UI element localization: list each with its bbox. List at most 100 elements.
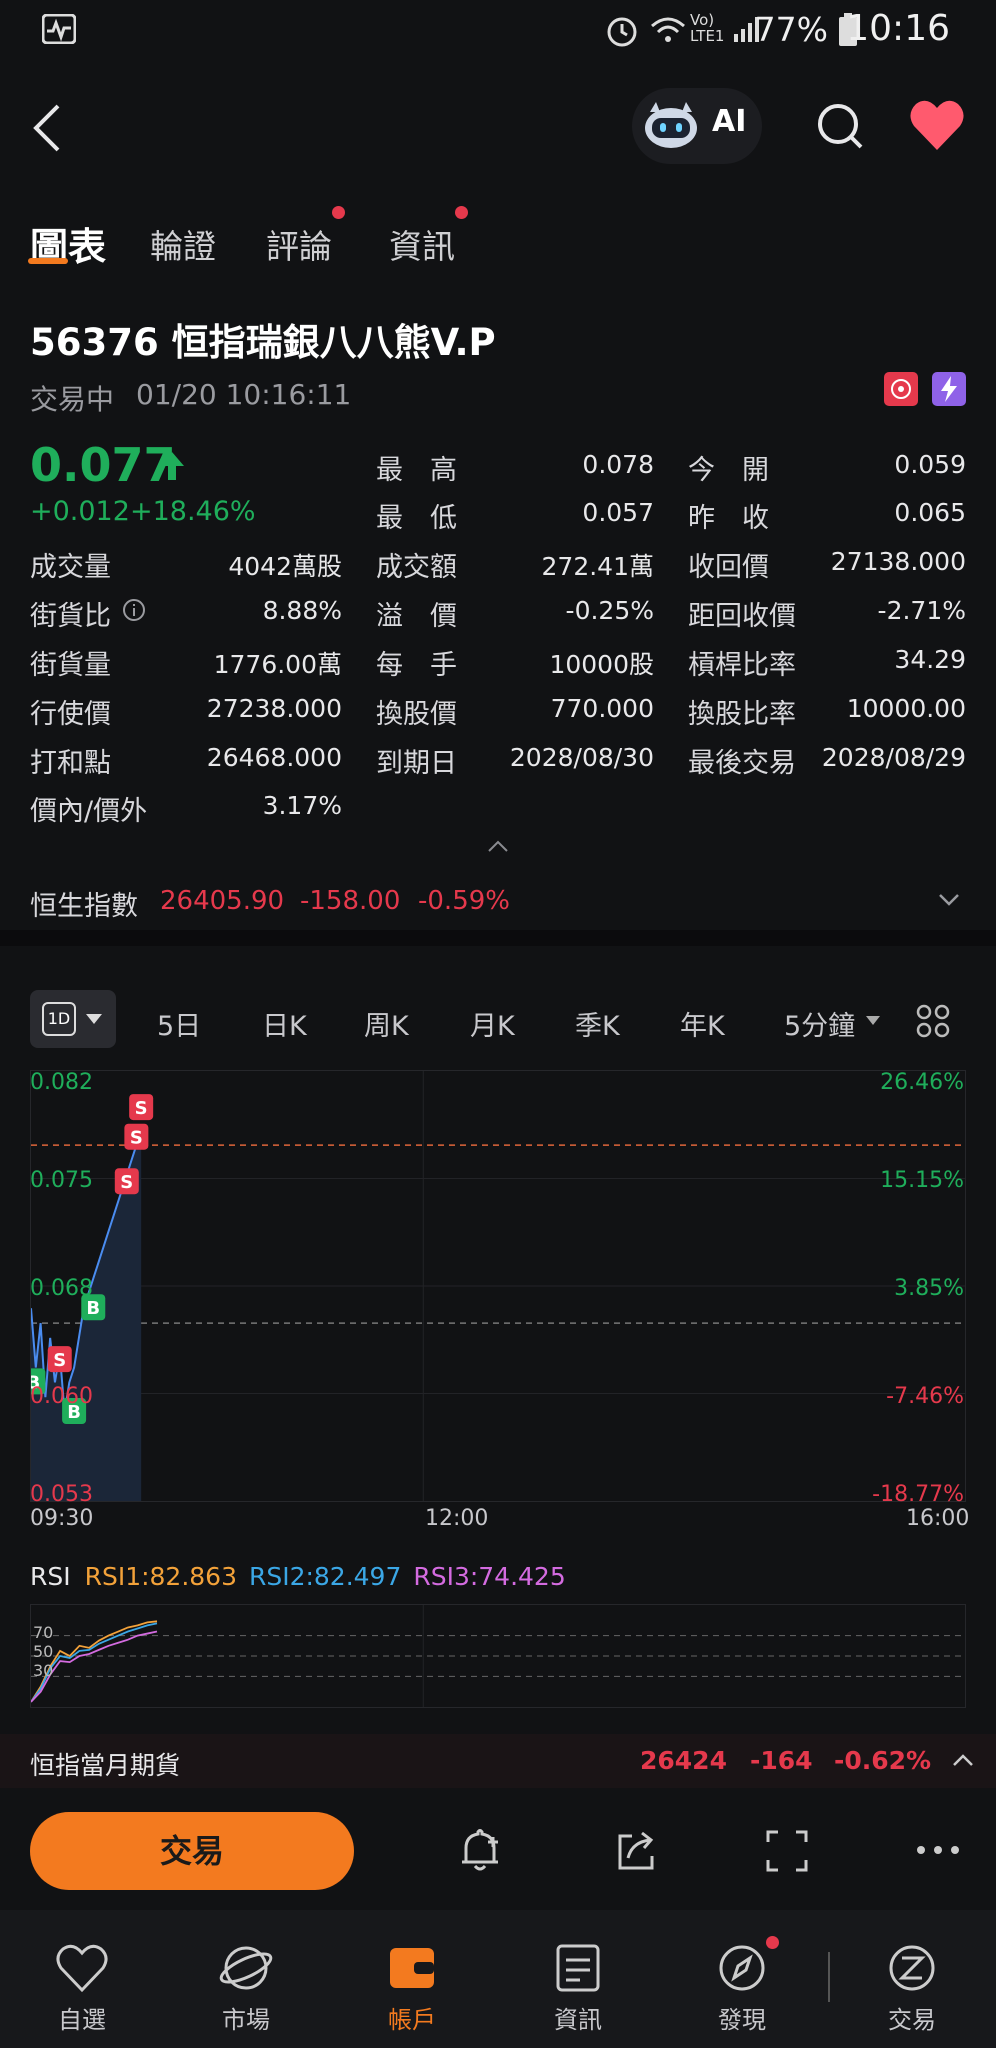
street-qty-value: 1776.00萬 bbox=[213, 650, 342, 679]
tab-underline bbox=[28, 258, 68, 264]
rsi-plot bbox=[31, 1605, 965, 1707]
lot-label: 每 手 bbox=[376, 650, 457, 681]
status-bar: Vo) LTE1 77% 10:16 bbox=[0, 0, 996, 62]
caret-down-icon bbox=[86, 1014, 102, 1024]
bottom-nav bbox=[0, 1910, 996, 2048]
back-button[interactable] bbox=[26, 100, 70, 156]
caret-down-icon[interactable] bbox=[866, 1016, 880, 1025]
last-trade-label: 最後交易 bbox=[688, 748, 796, 779]
nav-label: 市場 bbox=[222, 2006, 270, 2034]
more-icon[interactable] bbox=[916, 1844, 960, 1856]
street-ratio-value: 8.88% bbox=[262, 596, 342, 625]
open-label: 今 開 bbox=[688, 455, 769, 486]
turnover-label: 成交額 bbox=[376, 552, 457, 583]
alert-bell-icon[interactable] bbox=[458, 1828, 502, 1874]
futures-label: 恒指當月期貨 bbox=[30, 1751, 181, 1780]
search-icon[interactable] bbox=[816, 102, 864, 150]
compass-icon bbox=[719, 1945, 765, 1991]
volume-label: 成交量 bbox=[30, 552, 111, 583]
fullscreen-icon[interactable] bbox=[766, 1830, 808, 1872]
tab-5min[interactable]: 5分鐘 bbox=[784, 1004, 855, 1043]
premium-value: -0.25% bbox=[565, 596, 654, 625]
rsi-legend[interactable]: RSI RSI1:82.863 RSI2:82.497 RSI3:74.425 bbox=[30, 1562, 566, 1591]
trade-marker-label: S bbox=[53, 1350, 66, 1371]
moneyness-value: 3.17% bbox=[262, 791, 342, 820]
lightning-icon[interactable] bbox=[932, 372, 966, 406]
tab-quarterly-k[interactable]: 季K bbox=[575, 1004, 620, 1043]
hsi-row[interactable]: 恒生指數 26405.90 -158.00 -0.59% bbox=[0, 870, 996, 932]
y-tick-right: -18.77% bbox=[872, 1482, 964, 1507]
futures-row[interactable]: 恒指當月期貨 26424 -164 -0.62% bbox=[0, 1734, 996, 1788]
nav-discover[interactable]: 發現 bbox=[682, 1942, 802, 2035]
tab-news[interactable]: 資訊 bbox=[389, 220, 455, 268]
heart-icon[interactable] bbox=[908, 98, 966, 154]
y-tick-left: 0.082 bbox=[30, 1070, 93, 1095]
price-change-pct: +18.46% bbox=[130, 496, 256, 527]
turnover-value: 272.41萬 bbox=[541, 552, 654, 581]
rsi-chart[interactable]: 70 50 30 bbox=[30, 1604, 966, 1708]
nav-separator bbox=[828, 1952, 830, 2002]
tab-5day[interactable]: 5日 bbox=[157, 1004, 201, 1043]
info-icon[interactable] bbox=[122, 598, 146, 622]
nav-news[interactable]: 資訊 bbox=[518, 1942, 638, 2035]
hsi-label: 恒生指數 bbox=[30, 891, 138, 922]
clock: 10:16 bbox=[846, 8, 950, 49]
lot-value: 10000股 bbox=[549, 650, 654, 679]
planet-icon bbox=[219, 1946, 273, 1990]
strike-label: 行使價 bbox=[30, 699, 111, 730]
collapse-icon[interactable] bbox=[486, 838, 510, 854]
y-tick-left: 0.075 bbox=[30, 1168, 93, 1193]
ai-assistant-button[interactable]: AI bbox=[632, 88, 762, 164]
y-tick-right: 3.85% bbox=[894, 1276, 964, 1301]
intraday-chart[interactable]: BSBBSSS bbox=[30, 1070, 966, 1502]
divider bbox=[0, 930, 996, 946]
hsi-pct: -0.59% bbox=[418, 886, 510, 916]
trade-button[interactable]: 交易 bbox=[30, 1812, 354, 1890]
tab-warrants[interactable]: 輪證 bbox=[150, 220, 216, 268]
trade-marker-label: S bbox=[135, 1098, 148, 1119]
nav-market[interactable]: 市場 bbox=[186, 1942, 306, 2035]
leverage-value: 34.29 bbox=[894, 645, 966, 674]
y-tick-right: 26.46% bbox=[880, 1070, 964, 1095]
prev-close-label: 昨 收 bbox=[688, 503, 769, 534]
rsi-level: 70 bbox=[33, 1623, 54, 1642]
open-value: 0.059 bbox=[894, 450, 966, 479]
nav-label: 發現 bbox=[718, 2006, 766, 2034]
wallet-icon bbox=[390, 1948, 434, 1988]
share-icon[interactable] bbox=[614, 1828, 658, 1874]
dist-callback-label: 距回收價 bbox=[688, 601, 796, 632]
street-qty-label: 街貨量 bbox=[30, 650, 111, 681]
breakeven-label: 打和點 bbox=[30, 748, 111, 779]
x-tick: 09:30 bbox=[30, 1506, 94, 1531]
callback-value: 27138.000 bbox=[830, 547, 966, 576]
tab-yearly-k[interactable]: 年K bbox=[680, 1004, 725, 1043]
alarm-icon bbox=[607, 17, 637, 47]
period-1d-dropdown[interactable]: 1D bbox=[30, 990, 116, 1048]
callback-label: 收回價 bbox=[688, 552, 769, 583]
last-trade-value: 2028/08/29 bbox=[821, 743, 966, 772]
nav-label: 資訊 bbox=[554, 2006, 602, 2034]
conv-ratio-value: 10000.00 bbox=[846, 694, 966, 723]
nav-trade[interactable]: 交易 bbox=[852, 1942, 972, 2035]
y-tick-right: 15.15% bbox=[880, 1168, 964, 1193]
trade-marker-label: S bbox=[120, 1172, 133, 1193]
tab-weekly-k[interactable]: 周K bbox=[364, 1004, 409, 1043]
quote-time: 01/20 10:16:11 bbox=[136, 378, 352, 411]
grid-layout-icon[interactable] bbox=[916, 1004, 950, 1038]
chevron-up-icon bbox=[953, 1754, 973, 1766]
tab-comments[interactable]: 評論 bbox=[266, 220, 332, 268]
tab-daily-k[interactable]: 日K bbox=[262, 1004, 307, 1043]
prev-close-value: 0.065 bbox=[894, 498, 966, 527]
notification-dot bbox=[332, 206, 345, 219]
robot-icon bbox=[645, 102, 697, 148]
battery-percent: 77% bbox=[754, 10, 828, 49]
nav-watchlist[interactable]: 自選 bbox=[22, 1942, 142, 2035]
rsi3-value: RSI3:74.425 bbox=[413, 1562, 566, 1591]
trade-z-icon bbox=[889, 1945, 935, 1991]
arrow-up-icon bbox=[160, 452, 184, 480]
wifi-icon bbox=[651, 17, 685, 42]
ai-label: AI bbox=[712, 104, 747, 139]
tab-monthly-k[interactable]: 月K bbox=[470, 1004, 515, 1043]
nav-account[interactable]: 帳戶 bbox=[352, 1942, 472, 2035]
hsi-change: -158.00 bbox=[300, 886, 401, 916]
